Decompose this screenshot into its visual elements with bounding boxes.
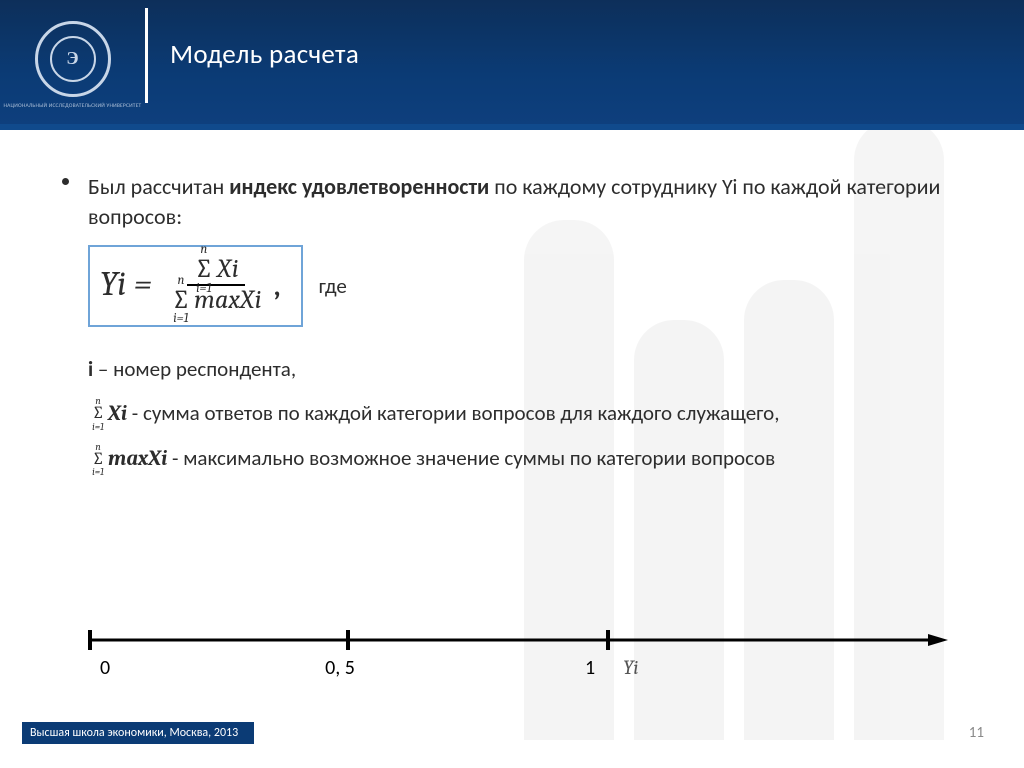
slide-title: Модель расчета bbox=[170, 38, 359, 71]
definitions: i – номер респондента, ∑ n i=1 Xi - сумм… bbox=[88, 355, 964, 474]
sigma-icon: ∑ n i=1 bbox=[170, 286, 192, 315]
slide-content: Был рассчитан индекс удовлетворенности п… bbox=[0, 130, 1024, 474]
intro-pre: Был рассчитан bbox=[88, 173, 229, 200]
slide-footer: Высшая школа экономики, Москва, 2013 11 bbox=[0, 722, 1024, 744]
arrow-axis-icon bbox=[88, 628, 948, 652]
tick-0-5: 0, 5 bbox=[325, 656, 355, 680]
formula-row: Yi = ∑ n i=1 Xi ∑ n i=1 bbox=[88, 245, 964, 326]
page-number: 11 bbox=[969, 724, 984, 742]
logo-zone: Э НАЦИОНАЛЬНЫЙ ИССЛЕДОВАТЕЛЬСКИЙ УНИВЕРС… bbox=[0, 0, 145, 130]
where-label: где bbox=[319, 272, 347, 300]
sigma-icon: ∑ n i=1 bbox=[193, 255, 215, 284]
axis-var: Yi bbox=[623, 656, 638, 680]
num-var: Xi bbox=[217, 255, 239, 284]
slide-header: Э НАЦИОНАЛЬНЫЙ ИССЛЕДОВАТЕЛЬСКИЙ УНИВЕРС… bbox=[0, 0, 1024, 130]
formula-lhs: Yi = bbox=[100, 262, 164, 308]
footer-org: Высшая школа экономики, Москва, 2013 bbox=[22, 722, 254, 744]
logo-mark: Э bbox=[50, 36, 96, 82]
sigma-icon: ∑ n i=1 bbox=[92, 403, 104, 426]
def-i: i – номер респондента, bbox=[88, 355, 964, 383]
number-line: 0 0, 5 1 Yi bbox=[88, 628, 948, 680]
hse-logo-icon: Э bbox=[35, 21, 111, 97]
formula-box: Yi = ∑ n i=1 Xi ∑ n i=1 bbox=[88, 245, 303, 326]
def-sum: ∑ n i=1 Xi - сумма ответов по каждой кат… bbox=[88, 399, 964, 428]
sigma-icon: ∑ n i=1 bbox=[92, 449, 104, 472]
formula-fraction: ∑ n i=1 Xi ∑ n i=1 maxXi bbox=[164, 255, 268, 314]
bullet-icon bbox=[62, 178, 69, 185]
tick-0: 0 bbox=[100, 656, 110, 680]
formula-comma: , bbox=[274, 262, 281, 308]
logo-caption: НАЦИОНАЛЬНЫЙ ИССЛЕДОВАТЕЛЬСКИЙ УНИВЕРСИТ… bbox=[4, 103, 142, 109]
def-max: ∑ n i=1 maxXi - максимально возможное зн… bbox=[88, 444, 964, 473]
axis-labels: 0 0, 5 1 Yi bbox=[88, 656, 948, 680]
intro-text: Был рассчитан индекс удовлетворенности п… bbox=[88, 172, 964, 231]
intro-bold: индекс удовлетворенности bbox=[229, 173, 489, 200]
tick-1: 1 bbox=[585, 656, 595, 680]
header-divider bbox=[145, 8, 148, 103]
